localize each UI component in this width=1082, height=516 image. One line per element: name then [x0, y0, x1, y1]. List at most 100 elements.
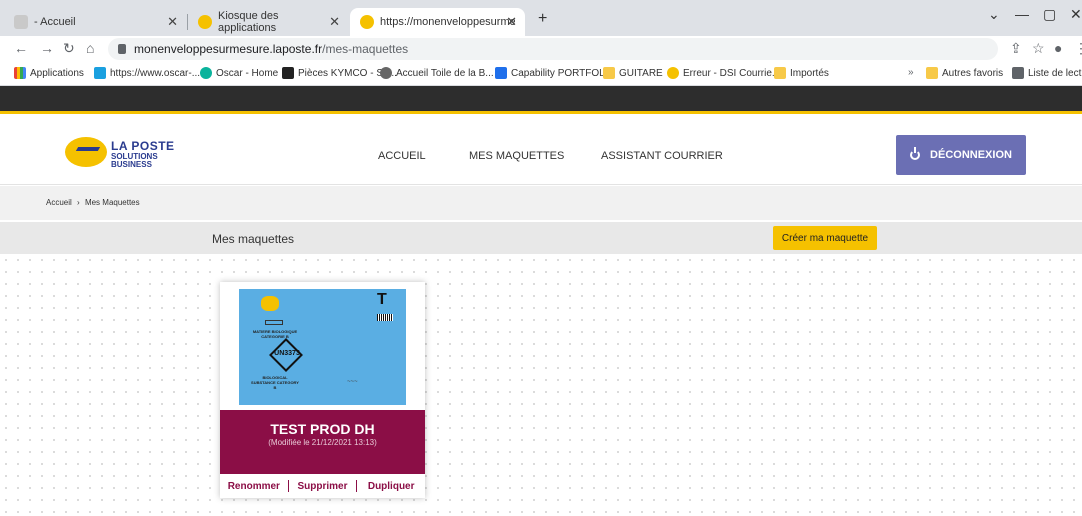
- logo-title: LA POSTE: [111, 139, 175, 153]
- bookmark-label: https://www.oscar-...: [110, 67, 201, 79]
- nav-assistant-courrier[interactable]: ASSISTANT COURRIER: [601, 150, 723, 162]
- mockup-modified-date: (Modifiée le 21/12/2021 13:13): [268, 438, 377, 447]
- back-arrow-icon[interactable]: ←: [14, 40, 28, 56]
- bookmark-label: Erreur - DSI Courrie...: [683, 67, 781, 79]
- site-header: LA POSTE SOLUTIONS BUSINESS ACCUEIL MES …: [0, 117, 1082, 185]
- browser-tab-kiosque[interactable]: Kiosque des applications ✕: [188, 8, 348, 36]
- bookmark-item[interactable]: Capability PORTFOL...: [495, 67, 613, 79]
- laposte-logo-icon: [261, 296, 279, 311]
- envelope-text-top: MATIERE BIOLOGIQUE CATEGORIE B: [252, 329, 298, 339]
- tab-label: https://monenveloppesurmesure: [380, 16, 515, 28]
- tab-close-icon[interactable]: ✕: [329, 14, 340, 30]
- tab-close-icon[interactable]: ✕: [167, 14, 178, 30]
- laposte-bird-icon: [65, 137, 107, 167]
- rename-button[interactable]: Renommer: [220, 481, 288, 492]
- tab-search-icon[interactable]: ⌄: [988, 6, 1000, 23]
- nav-accueil[interactable]: ACCUEIL: [378, 150, 426, 162]
- laposte-favicon-icon: [667, 67, 679, 79]
- profile-avatar-icon[interactable]: ●: [1054, 40, 1062, 56]
- url-path: /mes-maquettes: [322, 42, 409, 56]
- section-header: Mes maquettes Créer ma maquette: [0, 222, 1082, 254]
- create-mockup-button[interactable]: Créer ma maquette: [773, 226, 877, 250]
- apps-grid-icon: [14, 67, 26, 79]
- bookmark-item[interactable]: Importés: [774, 67, 829, 79]
- reading-list[interactable]: Liste de lecture: [1012, 67, 1082, 79]
- power-icon: [910, 147, 921, 160]
- bookmark-item[interactable]: Applications: [14, 67, 84, 79]
- breadcrumb-current: Mes Maquettes: [84, 198, 140, 207]
- stamp-t: T: [377, 291, 387, 308]
- bookmark-label: Autres favoris: [942, 67, 1004, 79]
- oscar-home-icon: [200, 67, 212, 79]
- close-window-button[interactable]: ✕: [1070, 6, 1082, 23]
- bookmark-item[interactable]: Accueil Toile de la B...: [380, 67, 494, 79]
- envelope-text-bottom: BIOLOGICAL SUBSTANCE CATEGORY B: [251, 375, 299, 390]
- minimize-button[interactable]: —: [1015, 6, 1029, 22]
- bookmark-star-icon[interactable]: ☆: [1032, 40, 1045, 57]
- mockup-title: TEST PROD DH: [270, 421, 375, 437]
- bookmark-label: Applications: [30, 67, 84, 79]
- tab-label: - Accueil: [34, 16, 76, 28]
- browser-tab-active[interactable]: https://monenveloppesurmesure ✕: [350, 8, 525, 36]
- overflow-chevron-icon: »: [908, 67, 914, 78]
- address-box: [265, 320, 283, 325]
- laposte-logo[interactable]: LA POSTE SOLUTIONS BUSINESS: [65, 137, 185, 177]
- top-dark-bar: [0, 86, 1082, 114]
- reading-list-icon: [1012, 67, 1024, 79]
- breadcrumb-home[interactable]: Accueil: [46, 198, 72, 207]
- envelope-preview[interactable]: T MATIERE BIOLOGIQUE CATEGORIE B UN3373 …: [239, 289, 406, 405]
- un-code: UN3373: [274, 350, 300, 357]
- nav-mes-maquettes[interactable]: MES MAQUETTES: [469, 150, 564, 162]
- tab-close-icon[interactable]: ✕: [506, 14, 517, 30]
- bookmarks-overflow-button[interactable]: »: [908, 67, 914, 78]
- folder-icon: [926, 67, 938, 79]
- share-icon[interactable]: ⇪: [1010, 40, 1022, 57]
- tab-label: Kiosque des applications: [218, 10, 279, 34]
- forward-arrow-icon[interactable]: →: [40, 40, 54, 56]
- laposte-favicon-icon: [360, 15, 374, 29]
- mockups-grid: [0, 254, 1082, 516]
- breadcrumb: Accueil › Mes Maquettes: [0, 186, 1082, 220]
- barcode-icon: [377, 314, 393, 321]
- folder-icon: [774, 67, 786, 79]
- home-icon[interactable]: ⌂: [86, 40, 94, 56]
- delete-button[interactable]: Supprimer: [289, 481, 357, 492]
- bookmark-label: Oscar - Home: [216, 67, 279, 79]
- address-bar-row: ← → ↻ ⌂ monenveloppesurmesure.laposte.fr…: [0, 36, 1082, 62]
- bookmark-label: Accueil Toile de la B...: [396, 67, 494, 79]
- other-bookmarks[interactable]: Autres favoris: [926, 67, 1003, 79]
- breadcrumb-separator: ›: [77, 198, 80, 207]
- card-actions: Renommer Supprimer Dupliquer: [220, 474, 425, 498]
- bookmark-item[interactable]: GUITARE: [603, 67, 663, 79]
- globe-icon: [380, 67, 392, 79]
- page-title: Mes maquettes: [212, 232, 295, 246]
- bookmarks-bar: Applications https://www.oscar-... Oscar…: [0, 62, 1082, 86]
- url-host: monenveloppesurmesure.laposte.fr: [134, 42, 323, 56]
- maximize-button[interactable]: ▢: [1043, 6, 1056, 23]
- bookmark-label: Capability PORTFOL...: [511, 67, 614, 79]
- duplicate-button[interactable]: Dupliquer: [357, 481, 425, 492]
- signature-icon: ~~~: [347, 379, 358, 385]
- logo-subtitle: SOLUTIONS BUSINESS: [111, 152, 158, 169]
- bookmark-label: Importés: [790, 67, 829, 79]
- bookmark-item[interactable]: Oscar - Home: [200, 67, 278, 79]
- url-field[interactable]: monenveloppesurmesure.laposte.fr /mes-ma…: [108, 38, 998, 60]
- capability-icon: [495, 67, 507, 79]
- bookmark-item[interactable]: Erreur - DSI Courrie...: [667, 67, 780, 79]
- oscar-favicon-icon: [94, 67, 106, 79]
- folder-icon: [603, 67, 615, 79]
- new-tab-button[interactable]: +: [538, 10, 547, 28]
- lock-icon: [118, 44, 126, 54]
- laposte-favicon-icon: [198, 15, 212, 29]
- menu-dots-icon[interactable]: ⋮: [1074, 40, 1082, 57]
- kymco-icon: [282, 67, 294, 79]
- bookmark-label: Liste de lecture: [1028, 67, 1082, 79]
- mockup-card[interactable]: T MATIERE BIOLOGIQUE CATEGORIE B UN3373 …: [220, 282, 425, 498]
- browser-tab-strip: - Accueil ✕ Kiosque des applications ✕ h…: [0, 0, 1082, 36]
- bookmark-item[interactable]: https://www.oscar-...: [94, 67, 200, 79]
- logout-button[interactable]: DÉCONNEXION: [896, 135, 1026, 175]
- reload-icon[interactable]: ↻: [63, 40, 75, 57]
- site-favicon-icon: [14, 15, 28, 29]
- bookmark-label: GUITARE: [619, 67, 663, 79]
- browser-tab-accueil[interactable]: - Accueil ✕: [4, 8, 186, 36]
